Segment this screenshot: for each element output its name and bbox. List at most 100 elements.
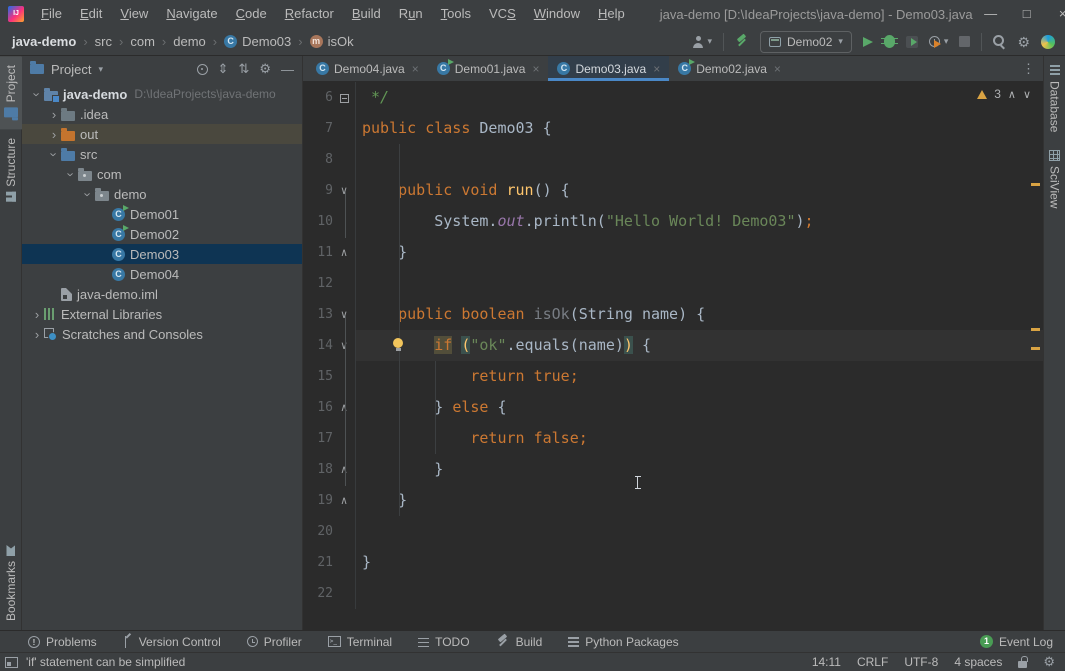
code-text[interactable]: } — [356, 485, 1043, 516]
next-warning-icon[interactable]: ∨ — [1023, 88, 1031, 101]
gutter-line-20[interactable]: 20 — [303, 516, 356, 547]
event-log-button[interactable]: 1 Event Log — [979, 635, 1053, 649]
expand-all-icon[interactable]: ⇕ — [218, 61, 229, 77]
tab-demo04-java[interactable]: C Demo04.java × — [307, 56, 428, 81]
tool-window-button-terminal[interactable]: >_ Terminal — [327, 635, 392, 649]
tree-item-src[interactable]: › src — [22, 144, 302, 164]
tree-item-demo04[interactable]: C Demo04 — [22, 264, 302, 284]
tree-collapse-chevron-icon[interactable]: › — [47, 147, 62, 161]
menu-window[interactable]: Window — [525, 0, 589, 28]
code-line-16[interactable]: 16 ∧ } else { — [303, 392, 1043, 423]
tree-item-demo01[interactable]: C Demo01 — [22, 204, 302, 224]
status-item-utf-8[interactable]: UTF-8 — [904, 655, 938, 669]
fold-marker-icon[interactable]: ∨ — [333, 175, 355, 206]
fold-marker-icon[interactable] — [333, 82, 355, 113]
tool-window-switcher-icon[interactable] — [5, 656, 18, 668]
stop-button[interactable] — [959, 36, 971, 47]
fold-marker-icon[interactable]: ∨ — [333, 330, 355, 361]
code-line-10[interactable]: 10 System.out.println("Hello World! Demo… — [303, 206, 1043, 237]
code-text[interactable]: public boolean isOk(String name) { — [356, 299, 1043, 330]
tool-window-button-version-control[interactable]: Version Control — [123, 635, 221, 649]
code-text[interactable]: } else { — [356, 392, 1043, 423]
tree-collapse-chevron-icon[interactable]: › — [30, 87, 45, 101]
search-everywhere-icon[interactable] — [993, 35, 1006, 48]
tree-item-java-demo-iml[interactable]: java-demo.iml — [22, 284, 302, 304]
code-line-6[interactable]: 6 */ — [303, 82, 1043, 113]
project-panel-title[interactable]: Project — [51, 62, 91, 77]
tool-window-button-problems[interactable]: ! Problems — [28, 635, 97, 649]
tool-window-button-python-packages[interactable]: Python Packages — [568, 635, 679, 649]
error-stripe-mark[interactable] — [1031, 347, 1040, 350]
menu-tools[interactable]: Tools — [432, 0, 480, 28]
menu-file[interactable]: File — [32, 0, 71, 28]
tool-window-button-project[interactable]: Project — [0, 56, 22, 130]
gutter-line-12[interactable]: 12 — [303, 268, 356, 299]
menu-code[interactable]: Code — [227, 0, 276, 28]
gutter-line-22[interactable]: 22 — [303, 578, 356, 609]
menu-vcs[interactable]: VCS — [480, 0, 525, 28]
code-line-17[interactable]: 17 return false; — [303, 423, 1043, 454]
fold-marker-icon[interactable]: ∧ — [333, 485, 355, 516]
breadcrumb-item-demo[interactable]: demo — [173, 34, 206, 49]
breadcrumb-item-com[interactable]: com — [130, 34, 155, 49]
gutter-line-15[interactable]: 15 — [303, 361, 356, 392]
code-line-14[interactable]: 14 ∨ if ("ok".equals(name)) { — [303, 330, 1043, 361]
code-text[interactable]: } — [356, 547, 1043, 578]
tree-item-demo[interactable]: › demo — [22, 184, 302, 204]
gutter-line-19[interactable]: 19 ∧ — [303, 485, 356, 516]
code-text[interactable] — [356, 144, 1043, 175]
status-item-4-spaces[interactable]: 4 spaces — [954, 655, 1002, 669]
status-item-14-11[interactable]: 14:11 — [812, 655, 841, 669]
menu-help[interactable]: Help — [589, 0, 634, 28]
gutter-line-16[interactable]: 16 ∧ — [303, 392, 356, 423]
gutter-line-18[interactable]: 18 ∧ — [303, 454, 356, 485]
tree-collapse-chevron-icon[interactable]: › — [64, 167, 79, 181]
previous-warning-icon[interactable]: ∧ — [1008, 88, 1016, 101]
inspections-hector-icon[interactable]: ⚙ — [1043, 655, 1055, 669]
gutter-line-6[interactable]: 6 — [303, 82, 356, 113]
minimize-button[interactable]: — — [973, 0, 1009, 28]
code-text[interactable]: public void run() { — [356, 175, 1043, 206]
tab-close-icon[interactable]: × — [774, 62, 781, 76]
run-with-coverage-button[interactable] — [905, 35, 918, 48]
tree-collapse-chevron-icon[interactable]: › — [81, 187, 96, 201]
tree-expand-chevron-icon[interactable]: › — [30, 307, 44, 322]
hide-panel-icon[interactable]: — — [281, 62, 294, 77]
code-line-18[interactable]: 18 ∧ } — [303, 454, 1043, 485]
code-text[interactable]: } — [356, 454, 1043, 485]
fold-marker-icon[interactable]: ∧ — [333, 392, 355, 423]
maximize-button[interactable]: □ — [1009, 0, 1045, 28]
code-line-8[interactable]: 8 — [303, 144, 1043, 175]
code-text[interactable]: return false; — [356, 423, 1043, 454]
tree-expand-chevron-icon[interactable]: › — [30, 327, 44, 342]
run-configuration-select[interactable]: Demo02 ▾ — [760, 30, 852, 53]
run-button[interactable] — [862, 36, 873, 47]
collapse-all-icon[interactable]: ⇅ — [238, 61, 249, 77]
intention-bulb-icon[interactable] — [393, 338, 403, 351]
code-line-13[interactable]: 13 ∨ public boolean isOk(String name) { — [303, 299, 1043, 330]
tab-options-icon[interactable]: ⋮ — [1014, 56, 1043, 81]
menu-navigate[interactable]: Navigate — [157, 0, 226, 28]
tool-window-button-sciview[interactable]: SciView — [1044, 141, 1065, 217]
tool-window-button-database[interactable]: Database — [1044, 56, 1065, 141]
tool-window-button-profiler[interactable]: Profiler — [246, 635, 302, 649]
breadcrumb-item-src[interactable]: src — [95, 34, 112, 49]
gutter-line-17[interactable]: 17 — [303, 423, 356, 454]
debug-button[interactable] — [880, 35, 898, 48]
tree-item-out[interactable]: › out — [22, 124, 302, 144]
gutter-line-9[interactable]: 9 ∨ — [303, 175, 356, 206]
code-line-15[interactable]: 15 return true; — [303, 361, 1043, 392]
user-menu-button[interactable]: ▾ — [692, 35, 712, 48]
tab-demo01-java[interactable]: C Demo01.java × — [428, 56, 549, 81]
status-item-crlf[interactable]: CRLF — [857, 655, 888, 669]
settings-gear-icon[interactable]: ⚙ — [1017, 35, 1030, 49]
unlock-icon[interactable] — [1018, 656, 1029, 668]
tree-item-idea[interactable]: › .idea — [22, 104, 302, 124]
locate-file-icon[interactable] — [196, 63, 208, 75]
panel-settings-gear-icon[interactable]: ⚙ — [259, 62, 271, 76]
code-text[interactable]: } — [356, 237, 1043, 268]
fold-marker-icon[interactable]: ∨ — [333, 299, 355, 330]
menu-run[interactable]: Run — [390, 0, 432, 28]
menu-build[interactable]: Build — [343, 0, 390, 28]
chevron-down-icon[interactable]: ▾ — [98, 64, 103, 75]
